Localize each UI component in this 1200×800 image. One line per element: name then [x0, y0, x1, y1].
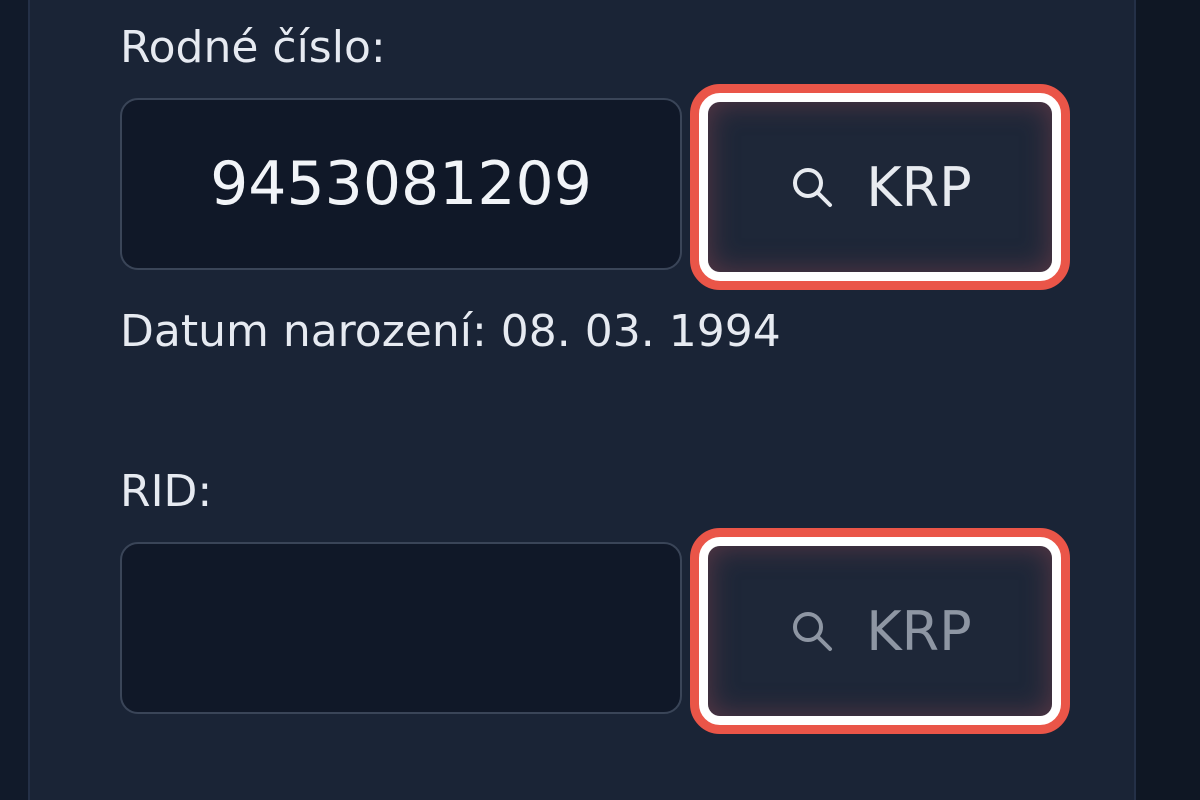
rid-label: RID: — [120, 466, 213, 517]
rodne-cislo-krp-button[interactable]: KRP — [708, 102, 1052, 272]
rodne-cislo-krp-highlight: KRP — [690, 84, 1070, 290]
search-icon — [788, 607, 836, 655]
rid-krp-button[interactable]: KRP — [708, 546, 1052, 716]
rodne-cislo-krp-label: KRP — [866, 155, 972, 219]
rid-input[interactable] — [120, 542, 682, 714]
search-icon — [788, 163, 836, 211]
rodne-cislo-label: Rodné číslo: — [120, 22, 386, 73]
screen: Rodné číslo: KRP Datum narození: 08. 03.… — [0, 0, 1200, 800]
birth-date-text: Datum narození: 08. 03. 1994 — [120, 306, 781, 357]
rid-krp-highlight: KRP — [690, 528, 1070, 734]
rodne-cislo-input[interactable] — [120, 98, 682, 270]
rid-krp-label: KRP — [866, 599, 972, 663]
right-background-strip — [1136, 0, 1200, 800]
